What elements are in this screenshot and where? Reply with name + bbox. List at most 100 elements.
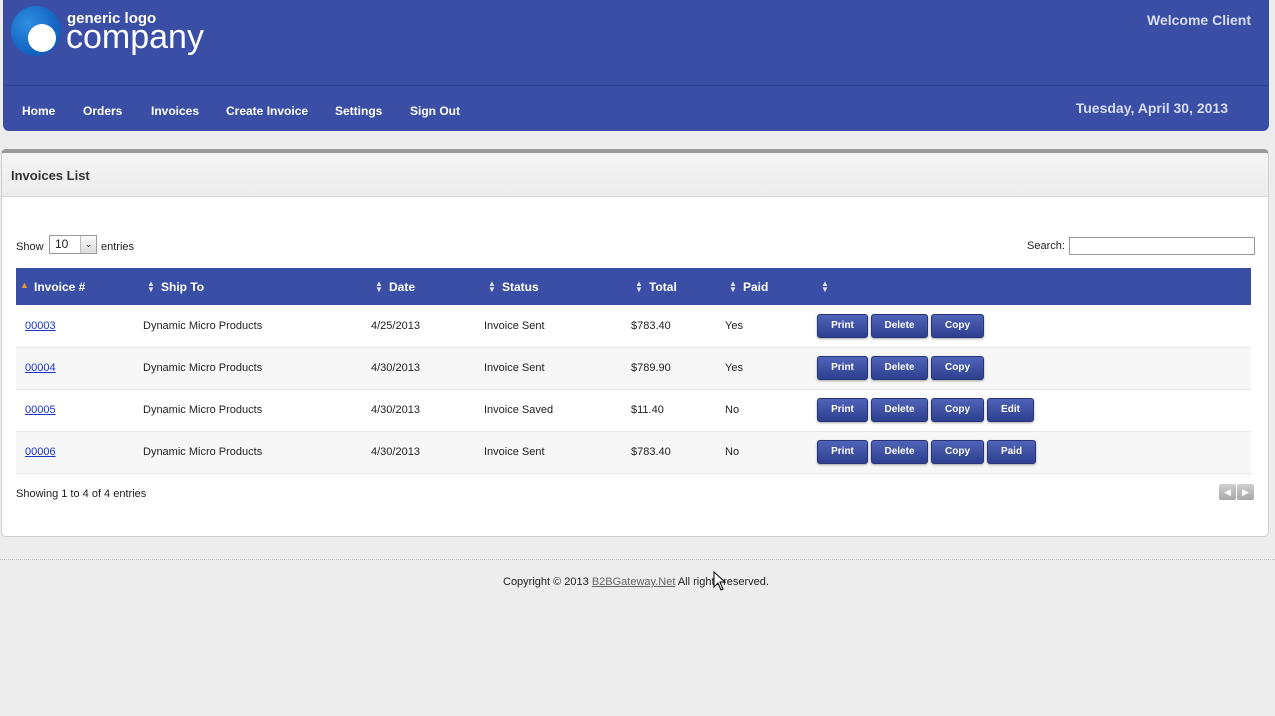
col-status-label: Status [502, 279, 539, 294]
sort-both-icon: ▲ ▼ [147, 279, 155, 295]
copy-button[interactable]: Copy [931, 356, 984, 380]
nav-invoices[interactable]: Invoices [151, 104, 199, 118]
cell-date: 4/25/2013 [371, 319, 420, 332]
col-paid-label: Paid [743, 279, 769, 294]
delete-button[interactable]: Delete [871, 313, 928, 338]
copy-button[interactable]: Copy [931, 440, 984, 464]
search-input[interactable] [1069, 237, 1255, 255]
col-paid[interactable]: ▲ ▼ Paid [725, 268, 817, 305]
cell-invoice: 00004 [16, 347, 143, 389]
chevron-down-icon[interactable]: ⌄ [80, 236, 96, 253]
welcome-text: Welcome Client [1147, 12, 1251, 28]
delete-button[interactable]: Delete [871, 356, 928, 380]
invoice-link[interactable]: 00003 [25, 320, 56, 332]
cell-invoice: 00003 [16, 305, 143, 347]
cell-date: 4/30/2013 [371, 404, 420, 416]
col-actions[interactable]: ▲ ▼ [817, 268, 1251, 305]
invoices-panel: Invoices List Show 10 ⌄ entries Search: … [1, 149, 1269, 537]
copy-button[interactable]: Copy [931, 398, 984, 422]
logo-text-big: company [66, 18, 204, 56]
sort-both-icon: ▲ ▼ [375, 279, 383, 295]
cell-status: Invoice Saved [484, 404, 554, 416]
cell-status: Invoice Sent [484, 446, 545, 458]
cell-actions: Print Delete Copy [817, 305, 1251, 347]
cell-paid: No [725, 446, 740, 458]
footer-divider [0, 559, 1275, 560]
col-invoice[interactable]: ▲ Invoice # [16, 268, 143, 305]
table-row: 00006 Dynamic Micro Products 4/30/2013 I… [16, 431, 1251, 473]
cell-invoice: 00006 [16, 431, 143, 473]
footer-link[interactable]: B2BGateway.Net [592, 576, 676, 588]
sort-both-icon: ▲ ▼ [729, 279, 737, 295]
table-row: 00005 Dynamic Micro Products 4/30/2013 I… [16, 389, 1251, 431]
col-date[interactable]: ▲ ▼ Date [371, 268, 484, 305]
cell-total: $783.40 [631, 319, 671, 332]
logo-dot [28, 24, 56, 52]
print-button[interactable]: Print [817, 356, 868, 380]
mark-paid-button[interactable]: Paid [987, 440, 1036, 464]
cell-ship-to: Dynamic Micro Products [143, 319, 263, 332]
cell-paid: Yes [725, 319, 743, 332]
print-button[interactable]: Print [817, 440, 868, 464]
cell-total: $11.40 [631, 404, 664, 416]
cell-date: 4/30/2013 [371, 446, 420, 458]
entries-length-select[interactable]: 10 ⌄ [49, 235, 97, 254]
cell-ship-to: Dynamic Micro Products [143, 446, 263, 458]
copy-button[interactable]: Copy [931, 313, 984, 338]
panel-header: Invoices List [2, 153, 1268, 197]
cell-total: $783.40 [631, 446, 671, 458]
delete-button[interactable]: Delete [871, 440, 928, 464]
mouse-cursor-icon [713, 571, 727, 591]
print-button[interactable]: Print [817, 398, 868, 422]
nav-home[interactable]: Home [22, 104, 55, 118]
col-total[interactable]: ▲ ▼ Total [631, 268, 725, 305]
col-invoice-label: Invoice # [34, 279, 86, 294]
sort-both-icon: ▲ ▼ [488, 279, 496, 295]
main-nav: Home Orders Invoices Create Invoice Sett… [3, 87, 1269, 131]
table-row: 00004 Dynamic Micro Products 4/30/2013 I… [16, 347, 1251, 389]
footer: Copyright © 2013 B2BGateway.Net All righ… [503, 576, 769, 588]
col-status[interactable]: ▲ ▼ Status [484, 268, 631, 305]
panel-title: Invoices List [11, 168, 90, 183]
header-top: generic logo company Welcome Client [3, 0, 1269, 86]
invoice-link[interactable]: 00006 [25, 446, 56, 458]
invoice-link[interactable]: 00005 [25, 404, 56, 416]
entries-length-value: 10 [55, 237, 69, 251]
cell-total: $789.90 [631, 362, 671, 374]
cell-date: 4/30/2013 [371, 362, 420, 374]
entries-label: entries [101, 241, 135, 253]
edit-button[interactable]: Edit [987, 398, 1034, 422]
sort-both-icon: ▲ ▼ [635, 279, 643, 295]
table-header-row: ▲ Invoice # ▲ ▼ Ship To ▲ ▼ Date ▲ ▼ Status ▲ ▼ T… [16, 268, 1251, 305]
col-ship-to-label: Ship To [161, 279, 205, 294]
cell-ship-to: Dynamic Micro Products [143, 404, 263, 416]
nav-orders[interactable]: Orders [83, 104, 122, 118]
delete-button[interactable]: Delete [871, 398, 928, 422]
cell-paid: No [725, 404, 740, 416]
prev-page-icon[interactable]: ◀ [1219, 484, 1236, 500]
cell-status: Invoice Sent [484, 362, 545, 374]
col-ship-to[interactable]: ▲ ▼ Ship To [143, 268, 371, 305]
cell-ship-to: Dynamic Micro Products [143, 362, 263, 374]
table-info: Showing 1 to 4 of 4 entries [16, 488, 147, 500]
show-label: Show [16, 241, 44, 253]
header: generic logo company Welcome Client Home… [3, 0, 1269, 131]
cell-invoice: 00005 [16, 389, 143, 431]
col-total-label: Total [649, 279, 677, 294]
nav-sign-out[interactable]: Sign Out [410, 104, 460, 118]
nav-settings[interactable]: Settings [335, 104, 382, 118]
col-date-label: Date [389, 279, 416, 294]
current-date: Tuesday, April 30, 2013 [1075, 100, 1228, 116]
sort-both-icon: ▲ ▼ [821, 279, 829, 295]
next-page-icon[interactable]: ▶ [1237, 484, 1254, 500]
invoices-table: ▲ Invoice # ▲ ▼ Ship To ▲ ▼ Date ▲ ▼ Status ▲ ▼ T… [16, 268, 1251, 474]
cell-actions: Print Delete Copy [817, 347, 1251, 389]
footer-prefix: Copyright © 2013 [503, 576, 592, 588]
print-button[interactable]: Print [817, 313, 868, 338]
sort-asc-icon: ▲ [20, 279, 29, 290]
pagination: ◀ ▶ [1219, 484, 1255, 500]
cell-status: Invoice Sent [484, 319, 545, 332]
cell-paid: Yes [725, 362, 743, 374]
nav-create-invoice[interactable]: Create Invoice [226, 104, 308, 118]
invoice-link[interactable]: 00004 [25, 362, 56, 374]
